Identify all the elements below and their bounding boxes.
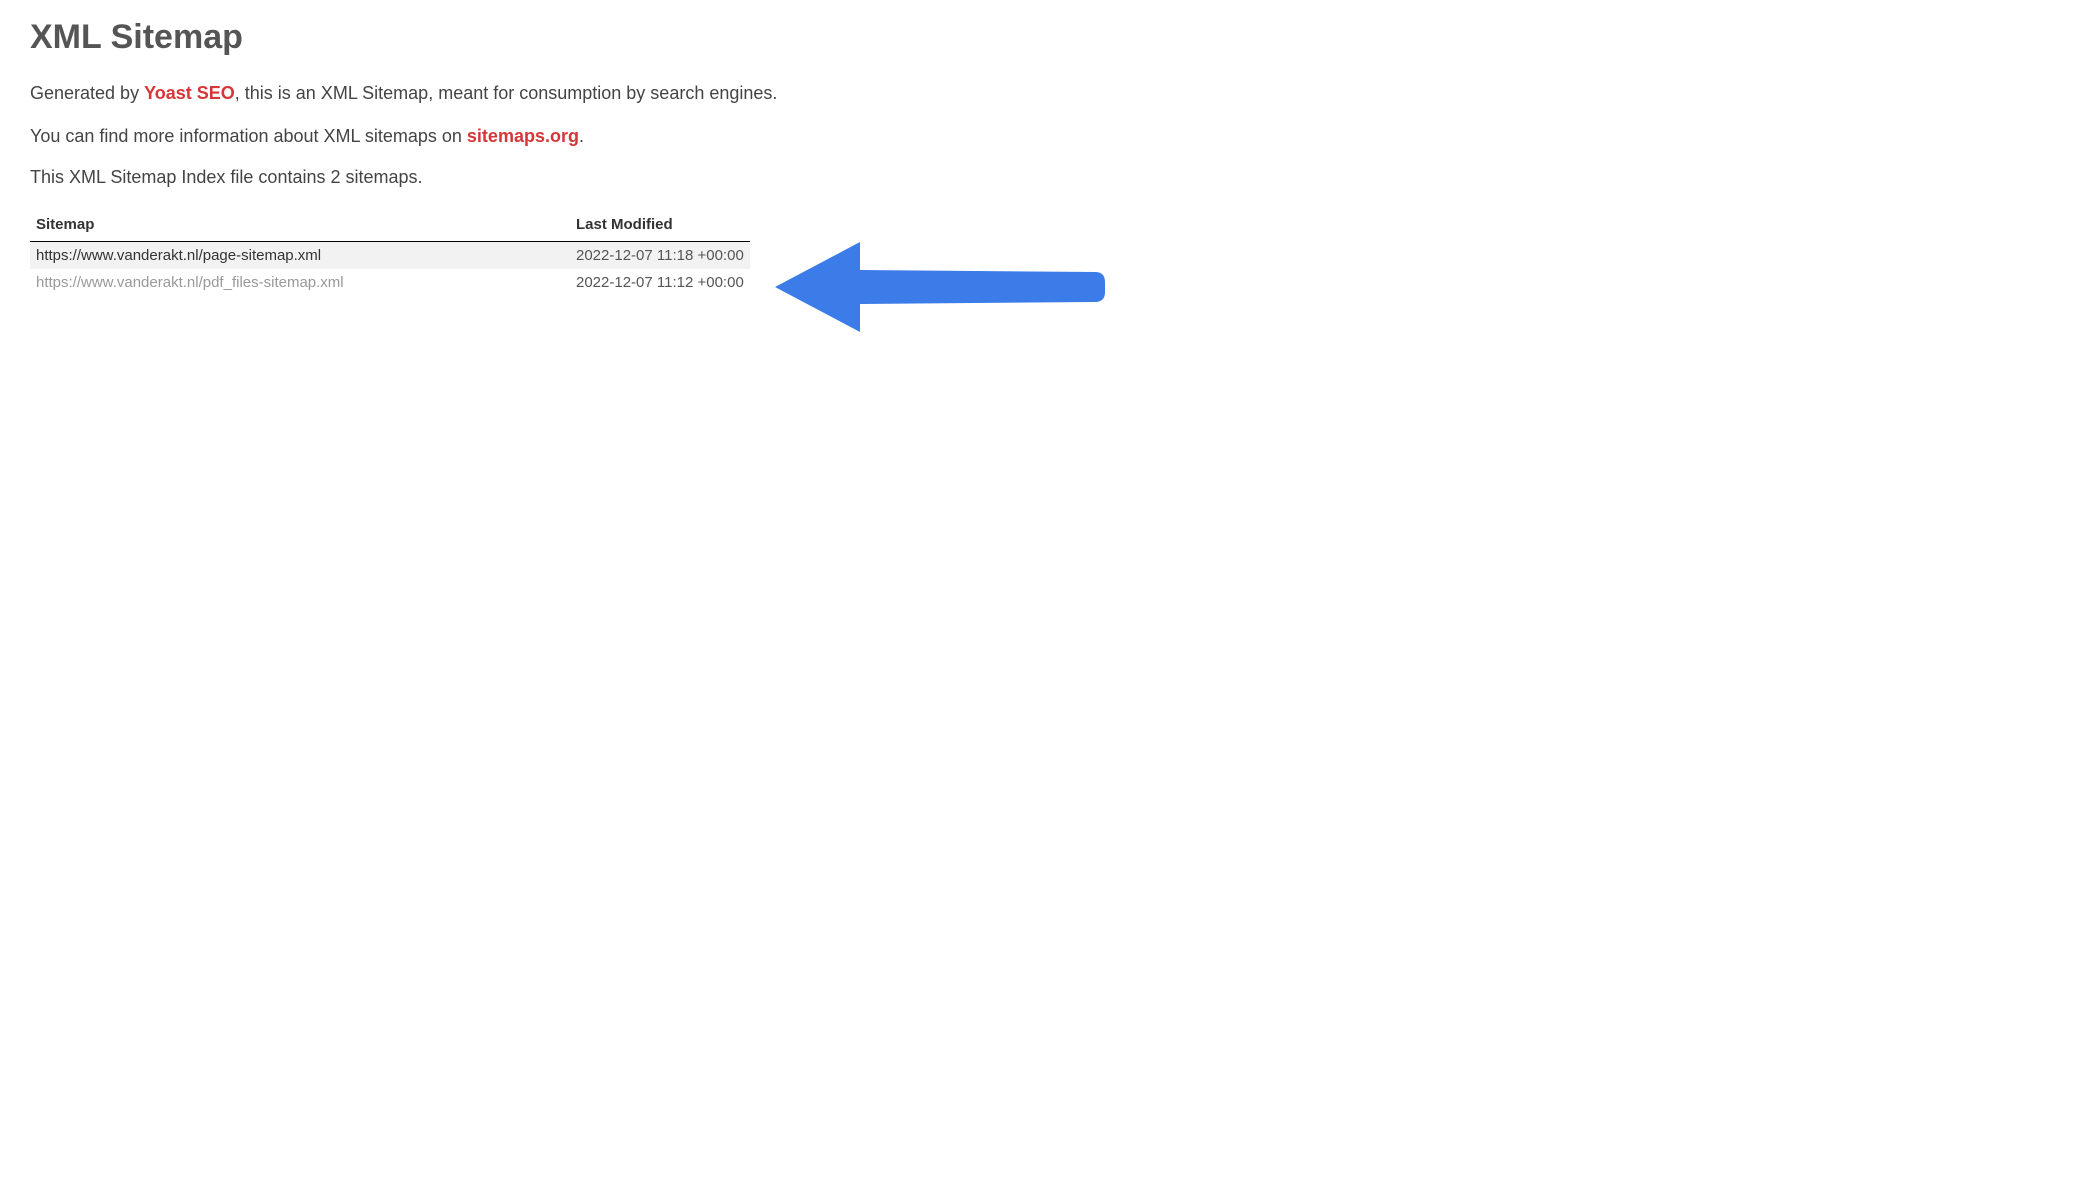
intro-generated-prefix: Generated by <box>30 83 144 103</box>
intro-block: Generated by Yoast SEO, this is an XML S… <box>30 81 2046 149</box>
intro-moreinfo: You can find more information about XML … <box>30 124 2046 149</box>
last-modified-cell: 2022-12-07 11:18 +00:00 <box>570 242 750 270</box>
sitemaps-org-link[interactable]: sitemaps.org <box>467 126 579 146</box>
last-modified-cell: 2022-12-07 11:12 +00:00 <box>570 269 750 296</box>
arrow-annotation-icon <box>770 232 1110 342</box>
sitemap-count-line: This XML Sitemap Index file contains 2 s… <box>30 167 2046 188</box>
header-last-modified: Last Modified <box>570 210 750 242</box>
intro-generated: Generated by Yoast SEO, this is an XML S… <box>30 81 2046 106</box>
page-title: XML Sitemap <box>30 18 2046 57</box>
table-row: https://www.vanderakt.nl/pdf_files-sitem… <box>30 269 750 296</box>
intro-moreinfo-prefix: You can find more information about XML … <box>30 126 467 146</box>
table-header-row: Sitemap Last Modified <box>30 210 750 242</box>
sitemap-link[interactable]: https://www.vanderakt.nl/pdf_files-sitem… <box>36 274 344 291</box>
sitemap-table: Sitemap Last Modified https://www.vander… <box>30 210 750 296</box>
intro-moreinfo-suffix: . <box>579 126 584 146</box>
sitemap-link[interactable]: https://www.vanderakt.nl/page-sitemap.xm… <box>36 247 321 264</box>
header-sitemap: Sitemap <box>30 210 570 242</box>
table-row: https://www.vanderakt.nl/page-sitemap.xm… <box>30 242 750 270</box>
yoast-seo-link[interactable]: Yoast SEO <box>144 83 235 103</box>
intro-generated-suffix: , this is an XML Sitemap, meant for cons… <box>235 83 778 103</box>
